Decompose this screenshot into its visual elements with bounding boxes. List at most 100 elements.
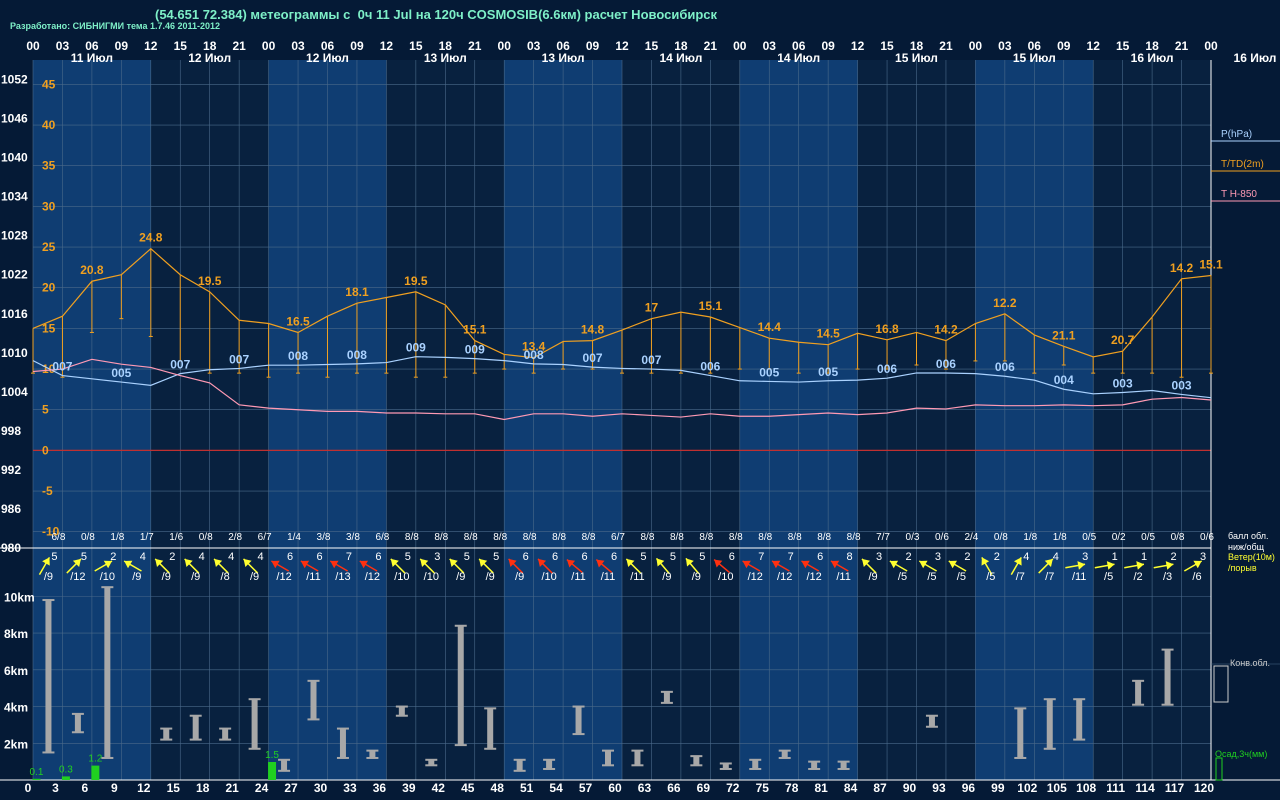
wind-gust: /13 — [335, 571, 350, 583]
hour-label: 00 — [26, 39, 40, 53]
pressure-data-label: 008 — [524, 348, 544, 362]
pressure-data-label: 006 — [700, 360, 720, 374]
pressure-tick: 1004 — [1, 385, 28, 399]
pressure-tick: 986 — [1, 502, 21, 516]
convective-cloud-bar — [752, 759, 759, 769]
hour-label: 21 — [468, 39, 482, 53]
wind-gust: /2 — [1134, 571, 1143, 583]
day-label: 12 Июл — [306, 51, 349, 65]
convective-cloud-bar — [251, 699, 258, 749]
temperature-data-label: 21.1 — [1052, 328, 1076, 342]
wind-speed: 2 — [964, 551, 970, 563]
convective-cloud-bar — [840, 761, 847, 769]
cloud-cover-value: 0/8 — [199, 532, 213, 543]
hour-offset-label: 30 — [314, 781, 328, 795]
hour-offset-label: 117 — [1165, 781, 1185, 795]
pressure-tick: 1028 — [1, 229, 28, 243]
pressure-tick: 980 — [1, 541, 21, 555]
hour-offset-label: 81 — [814, 781, 828, 795]
hour-label: 15 — [409, 39, 423, 53]
wind-gust: /11 — [836, 571, 850, 583]
cloud-cover-value: 1/8 — [1053, 532, 1067, 543]
wind-gust: /12 — [748, 571, 763, 583]
wind-speed: 1 — [1141, 551, 1147, 563]
convective-cloud-bar — [1076, 699, 1083, 740]
cloud-cover-value: 1/7 — [140, 532, 154, 543]
temperature-data-label: 14.5 — [816, 327, 840, 341]
wind-gust: /9 — [662, 571, 671, 583]
day-label: 13 Июл — [424, 51, 467, 65]
hour-offset-label: 90 — [903, 781, 917, 795]
cloud-cover-value: 0/8 — [994, 532, 1008, 543]
temperature-data-label: 20.7 — [1111, 333, 1135, 347]
convective-cloud-bar — [281, 759, 288, 771]
temperature-tick: 45 — [42, 77, 56, 91]
hour-label: 12 — [615, 39, 629, 53]
wind-gust: /3 — [1163, 571, 1172, 583]
wind-speed: 8 — [847, 551, 853, 563]
wind-gust: /7 — [1045, 571, 1054, 583]
cloud-cover-value: 0/6 — [1200, 532, 1214, 543]
legend-wind-1: Ветер(10м) — [1228, 552, 1275, 562]
pressure-data-label: 008 — [288, 349, 308, 363]
hour-offset-label: 75 — [756, 781, 770, 795]
hour-offset-label: 15 — [167, 781, 181, 795]
hour-label: 09 — [115, 39, 129, 53]
wind-speed: 3 — [434, 551, 440, 563]
cloud-cover-value: 3/8 — [346, 532, 360, 543]
wind-speed: 3 — [935, 551, 941, 563]
hour-label: 12 — [380, 39, 394, 53]
pressure-data-label: 007 — [641, 353, 661, 367]
hour-offset-label: 72 — [726, 781, 740, 795]
wind-speed: 5 — [405, 551, 411, 563]
hour-offset-label: 78 — [785, 781, 799, 795]
pressure-data-label: 003 — [1113, 376, 1133, 390]
hour-label: 12 — [851, 39, 865, 53]
day-label: 14 Июл — [777, 51, 820, 65]
height-tick: 4km — [4, 701, 28, 715]
wind-gust: /12 — [807, 571, 822, 583]
hour-label: 00 — [262, 39, 276, 53]
pressure-data-label: 009 — [465, 343, 485, 357]
wind-speed: 2 — [110, 551, 116, 563]
pressure-data-label: 007 — [583, 351, 603, 365]
convective-cloud-bar — [546, 759, 553, 769]
hour-label: 00 — [733, 39, 747, 53]
wind-gust: /9 — [456, 571, 465, 583]
cloud-cover-value: 0/5 — [1141, 532, 1155, 543]
wind-gust: /11 — [630, 571, 644, 583]
precip-data-label: 0.3 — [59, 764, 73, 775]
day-label: 16 Июл — [1131, 51, 1174, 65]
temperature-data-label: 15.1 — [699, 299, 723, 313]
convective-cloud-bar — [369, 750, 376, 758]
convective-cloud-bar — [74, 713, 81, 733]
cloud-cover-value: 8/8 — [552, 532, 566, 543]
hour-offset-label: 63 — [638, 781, 652, 795]
pressure-tick: 1046 — [1, 112, 28, 126]
pressure-tick: 998 — [1, 424, 21, 438]
wind-speed: 3 — [1200, 551, 1206, 563]
legend-convective: Конв.обл. — [1230, 658, 1270, 668]
wind-speed: 5 — [81, 551, 87, 563]
hour-offset-label: 93 — [932, 781, 946, 795]
hour-offset-label: 57 — [579, 781, 593, 795]
wind-gust: /9 — [692, 571, 701, 583]
wind-speed: 6 — [316, 551, 322, 563]
temperature-tick: 35 — [42, 159, 56, 173]
temperature-data-label: 19.5 — [404, 274, 428, 288]
height-tick: 10km — [4, 590, 35, 604]
temperature-data-label: 18.1 — [345, 285, 369, 299]
pressure-tick: 1052 — [1, 73, 28, 87]
cloud-cover-value: 6/7 — [258, 532, 272, 543]
hour-label: 03 — [998, 39, 1012, 53]
temperature-tick: 40 — [42, 118, 56, 132]
hour-label: 09 — [821, 39, 835, 53]
wind-gust: /9 — [515, 571, 524, 583]
temperature-data-label: 14.4 — [758, 320, 782, 334]
pressure-tick: 992 — [1, 463, 21, 477]
convective-cloud-bar — [1017, 708, 1024, 758]
wind-gust: /12 — [276, 571, 291, 583]
wind-speed: 2 — [994, 551, 1000, 563]
wind-speed: 3 — [876, 551, 882, 563]
cloud-cover-value: 8/8 — [434, 532, 448, 543]
